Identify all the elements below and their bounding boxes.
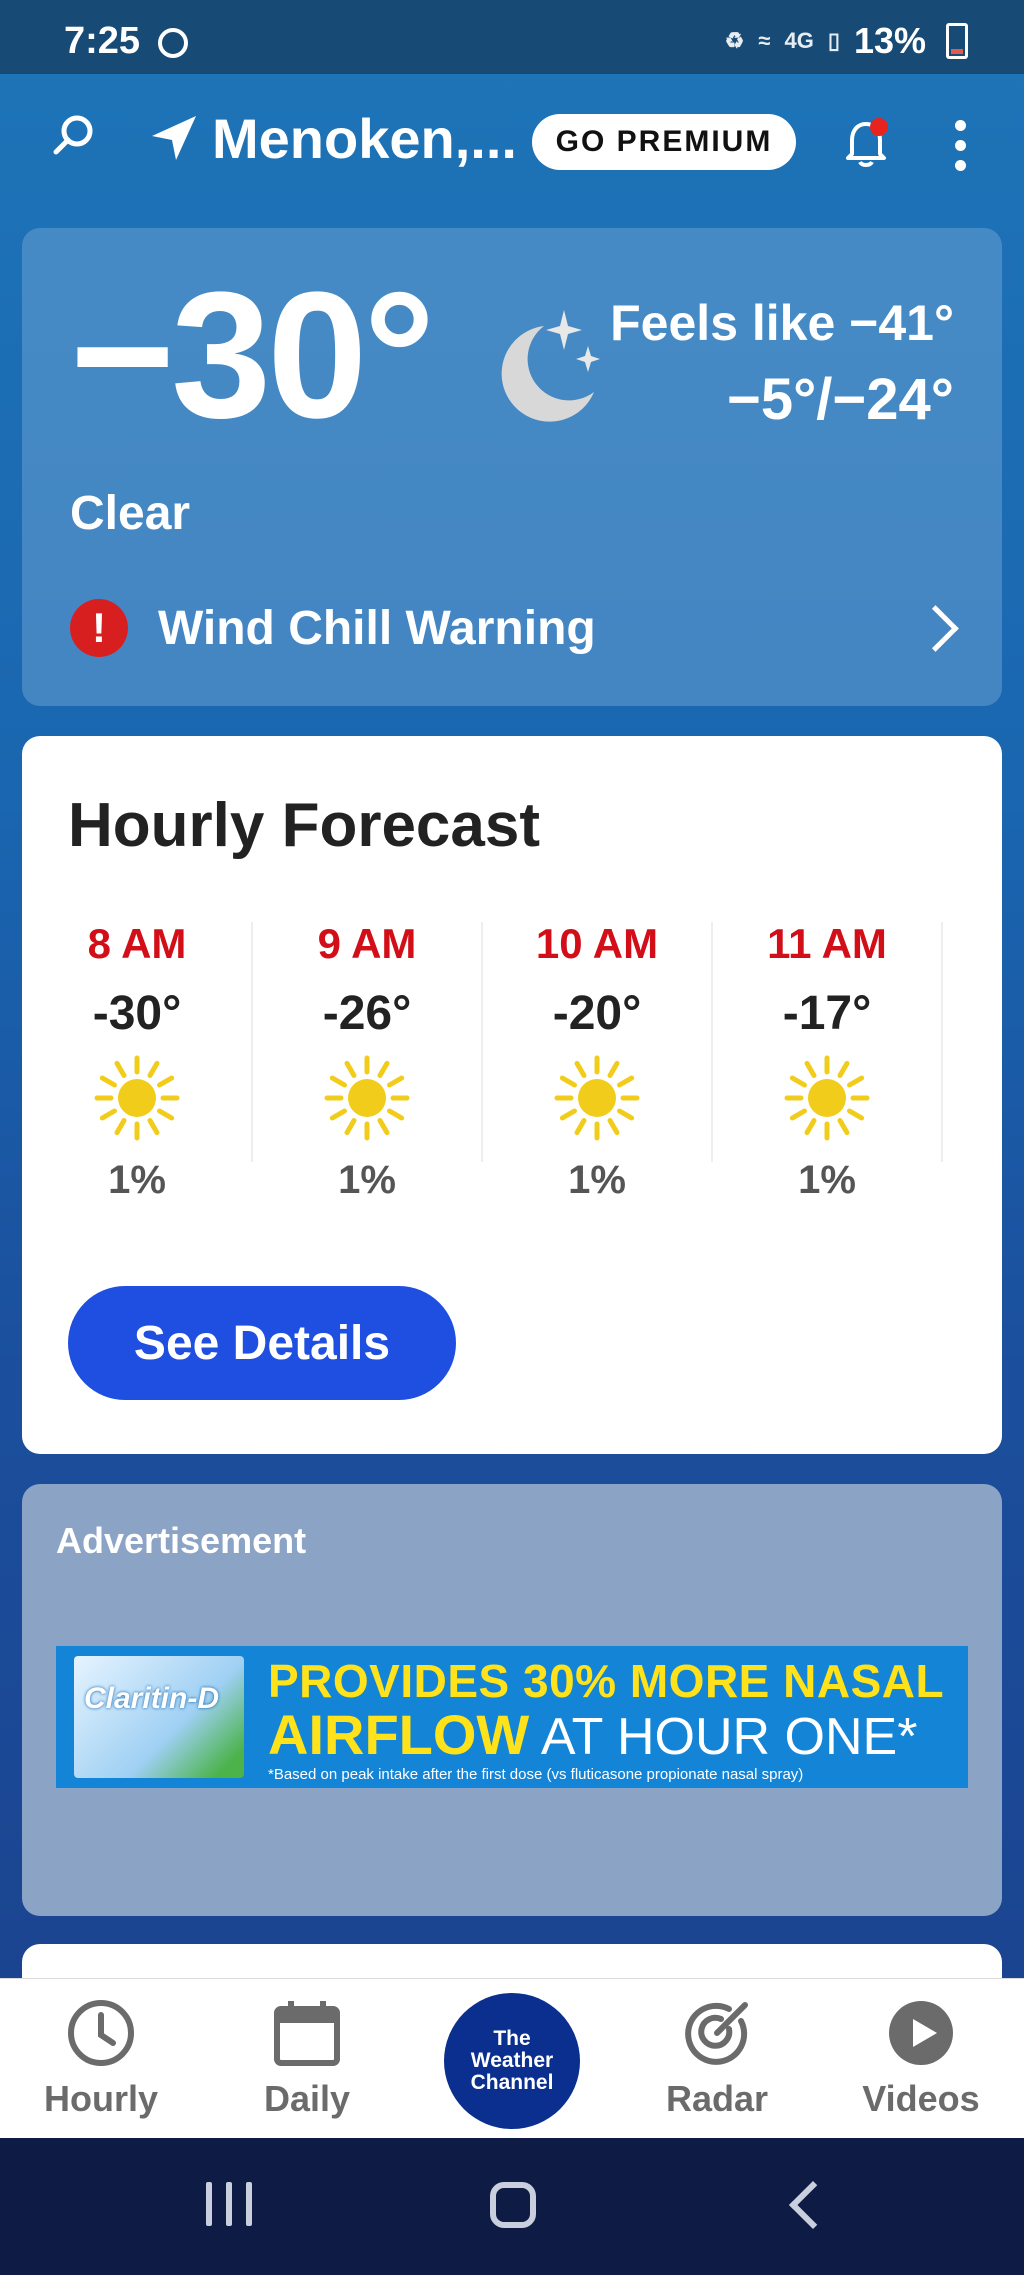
hour-time: 11 AM: [767, 920, 887, 967]
section-title: Hourly Forecast: [68, 791, 541, 860]
hourly-forecast-card: Hourly Forecast 8 AM -30° 1% 9 AM -26° 1…: [22, 736, 1002, 1454]
ad-brand: Claritin-D: [84, 1682, 219, 1715]
battery-percent: 13%: [853, 20, 926, 61]
nav-radar[interactable]: Radar: [632, 1997, 802, 2120]
hour-time: 8 AM: [87, 920, 187, 967]
hour-temp: -30°: [92, 987, 182, 1040]
nav-label: Videos: [862, 2078, 980, 2119]
hour-temp: -26°: [322, 987, 412, 1040]
search-icon[interactable]: [52, 114, 94, 156]
alert-title: Wind Chill Warning: [158, 601, 596, 655]
precip-chance: 1%: [338, 1158, 396, 1202]
nav-daily[interactable]: Daily: [222, 1997, 392, 2120]
calendar-icon: [274, 2001, 340, 2066]
current-temperature: −30°: [70, 255, 435, 456]
play-icon: [889, 2001, 953, 2065]
back-button[interactable]: [788, 2180, 838, 2230]
hour-item[interactable]: 9 AM -26° 1%: [252, 912, 482, 1202]
alert-exclamation-icon: !: [70, 599, 128, 657]
nav-label: Radar: [665, 2078, 769, 2119]
go-premium-button[interactable]: GO PREMIUM: [532, 114, 796, 170]
status-indicators: ♻ ≈ 4G ▯ 13%: [725, 20, 968, 62]
battery-saver-icon: ♻: [724, 28, 745, 53]
hour-time: 9 AM: [317, 920, 417, 967]
app-header: Menoken,... GO PREMIUM: [0, 74, 1024, 210]
network-type: 4G: [784, 28, 814, 53]
ad-headline: PROVIDES 30% MORE NASAL: [268, 1655, 945, 1707]
weather-alert[interactable]: ! Wind Chill Warning: [70, 590, 970, 666]
sun-icon: [94, 1055, 180, 1141]
logo-line: Channel: [470, 2071, 554, 2095]
hour-temp: -17°: [782, 987, 872, 1040]
nav-videos[interactable]: Videos: [836, 1997, 1006, 2120]
sun-icon: [324, 1055, 410, 1141]
ad-headline-2: AIRFLOW AT HOUR ONE*: [268, 1702, 917, 1767]
ad-banner[interactable]: Claritin-D PROVIDES 30% MORE NASAL AIRFL…: [56, 1646, 968, 1788]
hour-temp: -20°: [552, 987, 642, 1040]
hour-item[interactable]: 8 AM -30° 1%: [22, 912, 252, 1202]
clock-icon: [68, 2000, 134, 2066]
ad-headline-rest: AT HOUR ONE*: [529, 1708, 918, 1766]
signal-icon: ▯: [827, 28, 840, 53]
location-arrow-icon[interactable]: [148, 112, 200, 164]
notification-badge: [870, 118, 888, 136]
nav-label: Daily: [263, 2078, 351, 2119]
product-image: [74, 1656, 244, 1778]
precip-chance: 1%: [798, 1158, 856, 1202]
location-name[interactable]: Menoken,...: [212, 106, 517, 171]
see-details-button[interactable]: See Details: [68, 1286, 456, 1400]
advertisement-card: Advertisement Claritin-D PROVIDES 30% MO…: [22, 1484, 1002, 1916]
system-navigation-bar: [0, 2138, 1024, 2275]
hour-time: 10 AM: [535, 920, 659, 967]
radar-icon: [685, 2002, 748, 2065]
weather-channel-logo[interactable]: The Weather Channel: [444, 1993, 580, 2129]
clear-night-moon-icon: [501, 310, 600, 422]
hour-item[interactable]: 11 AM -17° 1%: [712, 912, 942, 1202]
chevron-right-icon: [912, 604, 959, 652]
sync-icon: [158, 28, 188, 58]
logo-line: Weather: [470, 2048, 554, 2072]
bottom-navigation: Hourly Daily The Weather Channel Radar V…: [0, 1978, 1024, 2139]
nav-hourly[interactable]: Hourly: [16, 1997, 186, 2120]
hourly-list[interactable]: 8 AM -30° 1% 9 AM -26° 1% 10 AM -20° 1% …: [22, 912, 1002, 1202]
hour-item[interactable]: 10 AM -20° 1%: [482, 912, 712, 1202]
wifi-icon: ≈: [758, 28, 771, 53]
feels-like: Feels like −41°: [610, 295, 954, 351]
current-conditions-card[interactable]: −30° Feels like −41° −5°/−24° Clear ! Wi…: [22, 228, 1002, 706]
precip-chance: 1%: [568, 1158, 626, 1202]
sun-icon: [554, 1055, 640, 1141]
logo-line: The: [493, 2026, 531, 2050]
ad-label: Advertisement: [56, 1520, 307, 1561]
status-time: 7:25: [64, 20, 141, 62]
divider: [941, 922, 943, 1162]
precip-chance: 1%: [108, 1158, 166, 1202]
ad-footnote: *Based on peak intake after the first do…: [268, 1766, 804, 1783]
home-button[interactable]: [490, 2182, 536, 2228]
battery-icon: [946, 23, 968, 59]
ad-headline-emphasis: AIRFLOW: [268, 1703, 530, 1766]
more-options-icon[interactable]: [950, 120, 970, 172]
sun-icon: [784, 1055, 870, 1141]
recent-apps-button[interactable]: [206, 2182, 252, 2226]
condition-text: Clear: [70, 487, 191, 540]
status-bar: 7:25 ♻ ≈ 4G ▯ 13%: [0, 0, 1024, 74]
high-low-temps: −5°/−24°: [726, 367, 954, 432]
nav-label: Hourly: [43, 2078, 158, 2119]
